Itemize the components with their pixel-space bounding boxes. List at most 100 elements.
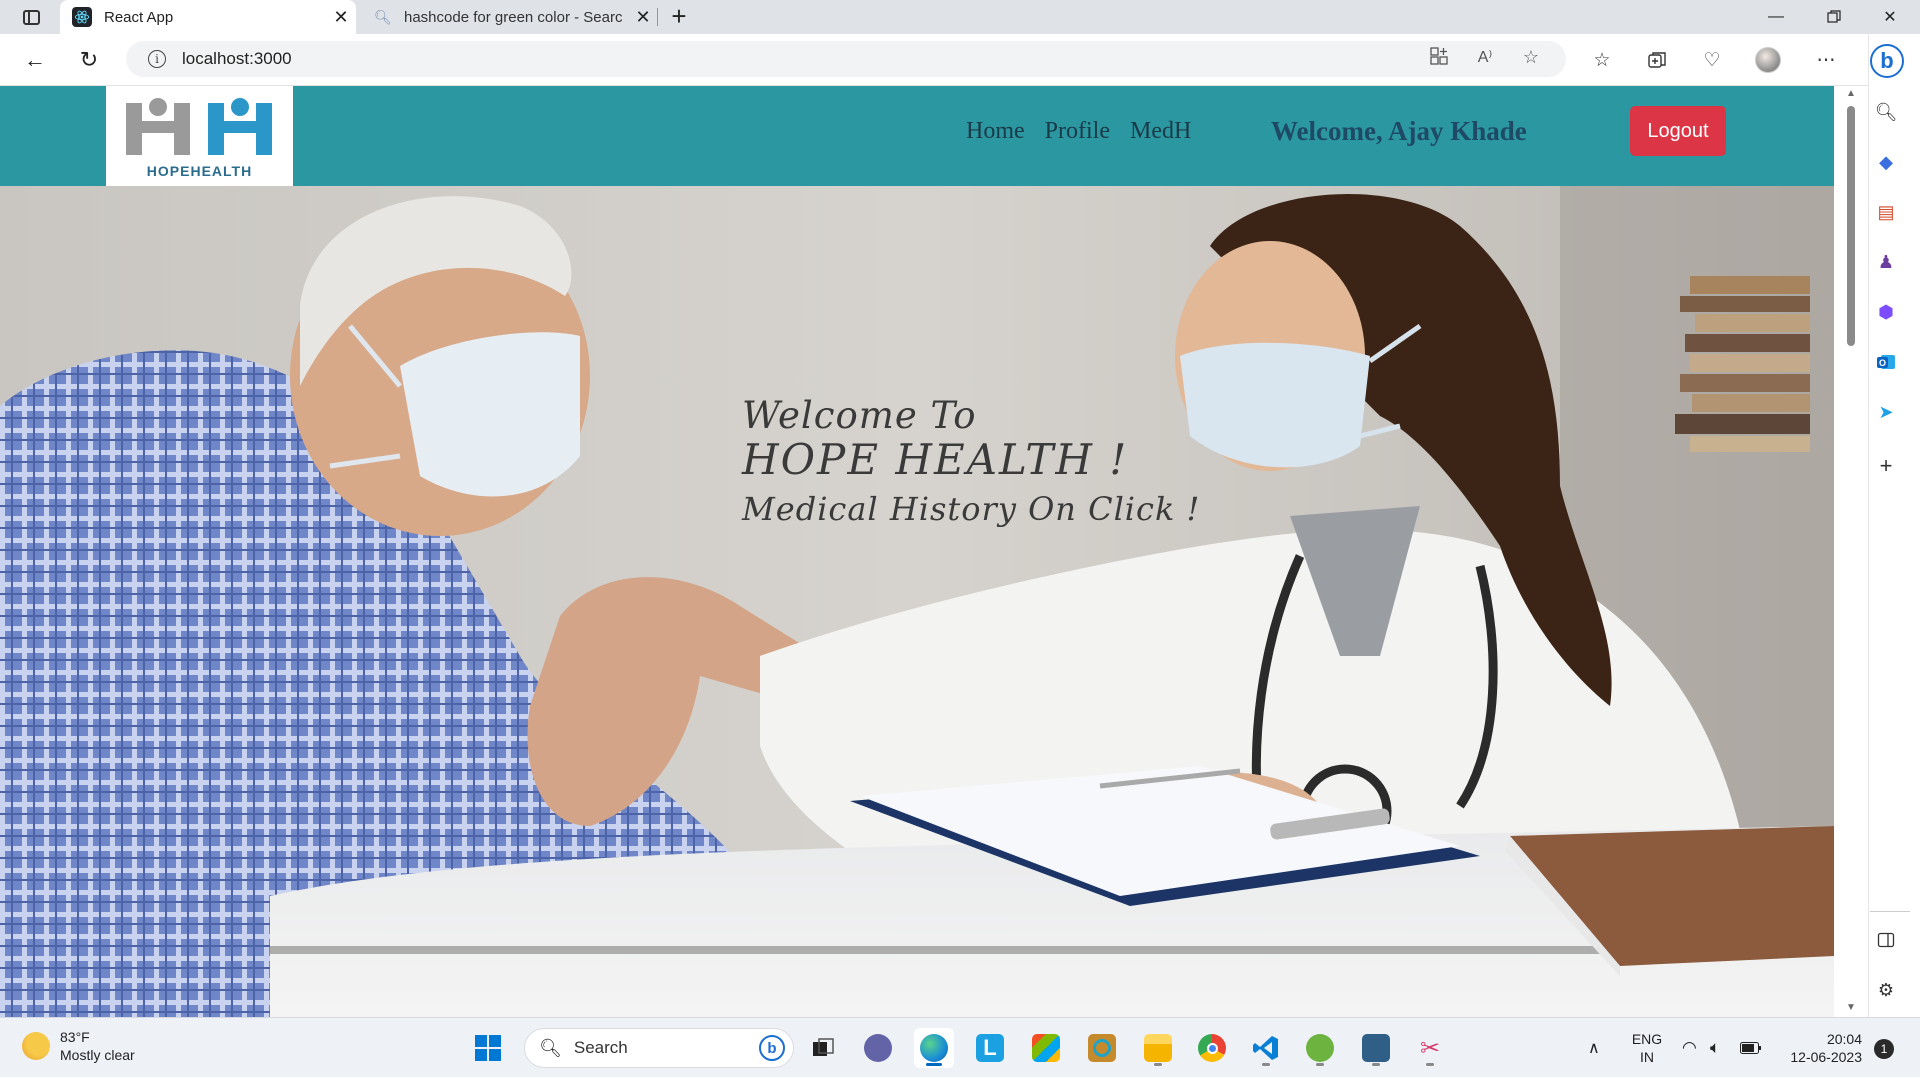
edge-taskbar-button[interactable] [914, 1028, 954, 1068]
close-window-icon[interactable]: ✕ [1862, 0, 1918, 34]
weather-moon-icon [22, 1032, 50, 1060]
show-hidden-icons-chevron-icon[interactable]: ∧ [1588, 1018, 1600, 1078]
close-tab-icon[interactable]: ✕ [326, 7, 356, 28]
minimize-icon[interactable]: — [1748, 0, 1804, 34]
favorite-star-icon[interactable]: ☆ [1518, 47, 1544, 71]
sidebar-tools-icon[interactable]: ▤ [1872, 198, 1900, 226]
sidebar-hide-icon[interactable] [1872, 926, 1900, 954]
nav-medh[interactable]: MedH [1130, 118, 1191, 145]
store-icon [1032, 1034, 1060, 1062]
app-o-button[interactable] [1082, 1028, 1122, 1068]
teams-chat-button[interactable] [858, 1028, 898, 1068]
site-info-icon[interactable]: i [148, 50, 166, 68]
sidebar-shopping-icon[interactable]: ◆ [1872, 148, 1900, 176]
sidebar-add-icon[interactable]: + [1872, 452, 1900, 480]
volume-icon[interactable]: 🔈︎ [1710, 1018, 1720, 1078]
favorites-icon[interactable]: ☆ [1586, 44, 1618, 76]
vscode-icon [1253, 1036, 1278, 1060]
notification-badge[interactable]: 1 [1874, 1039, 1894, 1059]
nav-profile[interactable]: Profile [1045, 118, 1110, 145]
task-view-icon [813, 1038, 834, 1056]
file-explorer-button[interactable] [1138, 1028, 1178, 1068]
react-icon [72, 7, 92, 27]
vscode-button[interactable] [1246, 1028, 1286, 1068]
scroll-thumb[interactable] [1847, 106, 1855, 346]
profile-avatar[interactable] [1752, 44, 1784, 76]
sidebar-send-icon[interactable]: ➤ [1872, 398, 1900, 426]
search-icon: 🔍︎ [539, 1037, 562, 1058]
tab-title: React App [104, 8, 174, 26]
weather-widget[interactable]: 83°F Mostly clear [22, 1028, 135, 1064]
hero-text: Welcome To HOPE HEALTH ! Medical History… [742, 394, 1200, 528]
collections-icon[interactable] [1641, 44, 1673, 76]
logo-text: HOPEHEALTH [146, 163, 253, 179]
welcome-user-text: Welcome, Ajay Khade [1271, 116, 1527, 146]
app-l-button[interactable]: L [970, 1028, 1010, 1068]
snipping-tool-button[interactable]: ✂ [1410, 1028, 1450, 1068]
sidebar-outlook-icon[interactable]: O [1872, 348, 1900, 376]
browser-toolbar: ← ↻ i localhost:3000 A⁾ ☆ ☆ ♡ ⋯ [0, 34, 1920, 86]
address-bar[interactable]: i localhost:3000 A⁾ ☆ [126, 41, 1566, 77]
more-options-icon[interactable]: ⋯ [1810, 44, 1842, 76]
logout-button[interactable]: Logout [1630, 106, 1726, 156]
l-app-icon: L [976, 1034, 1004, 1062]
scroll-down-arrow-icon[interactable]: ▼ [1844, 1002, 1858, 1014]
tab-search[interactable]: 🔍︎ hashcode for green color - Searc ✕ [362, 0, 658, 34]
start-button[interactable] [468, 1028, 508, 1068]
hero-banner: Welcome To HOPE HEALTH ! Medical History… [0, 186, 1834, 1017]
bing-icon: b [759, 1035, 785, 1061]
tab-title: hashcode for green color - Searc [404, 8, 623, 26]
hopehealth-logo[interactable]: HOPEHEALTH [106, 86, 293, 186]
tab-separator [657, 8, 658, 26]
chrome-icon [1198, 1034, 1226, 1062]
restore-icon[interactable] [1806, 0, 1862, 34]
hero-background-image [0, 186, 1834, 1017]
search-icon: 🔍︎ [374, 8, 392, 25]
tab-actions-icon[interactable] [14, 5, 48, 29]
bing-copilot-icon[interactable]: b [1866, 40, 1908, 82]
taskbar-search[interactable]: 🔍︎ Search b [524, 1028, 794, 1068]
refresh-icon[interactable]: ↻ [72, 44, 106, 76]
folder-icon [1144, 1034, 1172, 1062]
address-url[interactable]: localhost:3000 [182, 49, 292, 69]
sidebar-office-icon[interactable]: ⬢ [1872, 298, 1900, 326]
logo-mark [125, 98, 272, 155]
ring-app-icon [1088, 1034, 1116, 1062]
sidebar-games-icon[interactable]: ♟ [1872, 248, 1900, 276]
page-scrollbar[interactable]: ▲ ▼ [1834, 86, 1868, 1017]
svg-text:O: O [1879, 358, 1886, 368]
battery-icon[interactable] [1740, 1018, 1762, 1078]
weather-desc: Mostly clear [60, 1047, 135, 1063]
windows-taskbar: 83°F Mostly clear 🔍︎ Search b L ✂ ∧ ENG … [0, 1017, 1920, 1077]
app-available-icon[interactable] [1426, 47, 1452, 71]
input-language[interactable]: ENG IN [1630, 1030, 1664, 1066]
search-label: Search [573, 1038, 628, 1057]
system-clock[interactable]: 20:04 12-06-2023 [1782, 1030, 1862, 1066]
edge-icon [920, 1034, 948, 1062]
sidebar-search-icon[interactable]: 🔍︎ [1872, 98, 1900, 126]
hero-line-3: Medical History On Click ! [742, 490, 1201, 528]
new-tab-button[interactable]: + [664, 2, 694, 32]
page-viewport: HOPEHEALTH Home Profile MedH Welcome, Aj… [0, 86, 1834, 1017]
weather-temp: 83°F [60, 1029, 90, 1045]
chrome-button[interactable] [1192, 1028, 1232, 1068]
browser-essentials-icon[interactable]: ♡ [1696, 44, 1728, 76]
scroll-up-arrow-icon[interactable]: ▲ [1844, 88, 1858, 100]
mysql-workbench-button[interactable] [1356, 1028, 1396, 1068]
task-view-button[interactable] [803, 1028, 843, 1068]
store-button[interactable] [1026, 1028, 1066, 1068]
lang-line-2: IN [1640, 1049, 1654, 1065]
edge-sidebar [1868, 34, 1920, 1017]
windows-logo-icon [475, 1035, 501, 1061]
sidebar-settings-icon[interactable]: ⚙ [1872, 976, 1900, 1004]
tab-react-app[interactable]: React App ✕ [60, 0, 356, 34]
app-header: HOPEHEALTH Home Profile MedH Welcome, Aj… [0, 86, 1834, 186]
spring-tool-button[interactable] [1300, 1028, 1340, 1068]
spring-icon [1306, 1034, 1334, 1062]
browser-tab-strip: React App ✕ 🔍︎ hashcode for green color … [0, 0, 1920, 34]
read-aloud-icon[interactable]: A⁾ [1472, 47, 1498, 71]
nav-home[interactable]: Home [966, 118, 1025, 145]
close-tab-icon[interactable]: ✕ [628, 7, 658, 28]
back-arrow-icon[interactable]: ← [18, 44, 52, 76]
wifi-icon[interactable]: ◠ [1682, 1018, 1697, 1078]
